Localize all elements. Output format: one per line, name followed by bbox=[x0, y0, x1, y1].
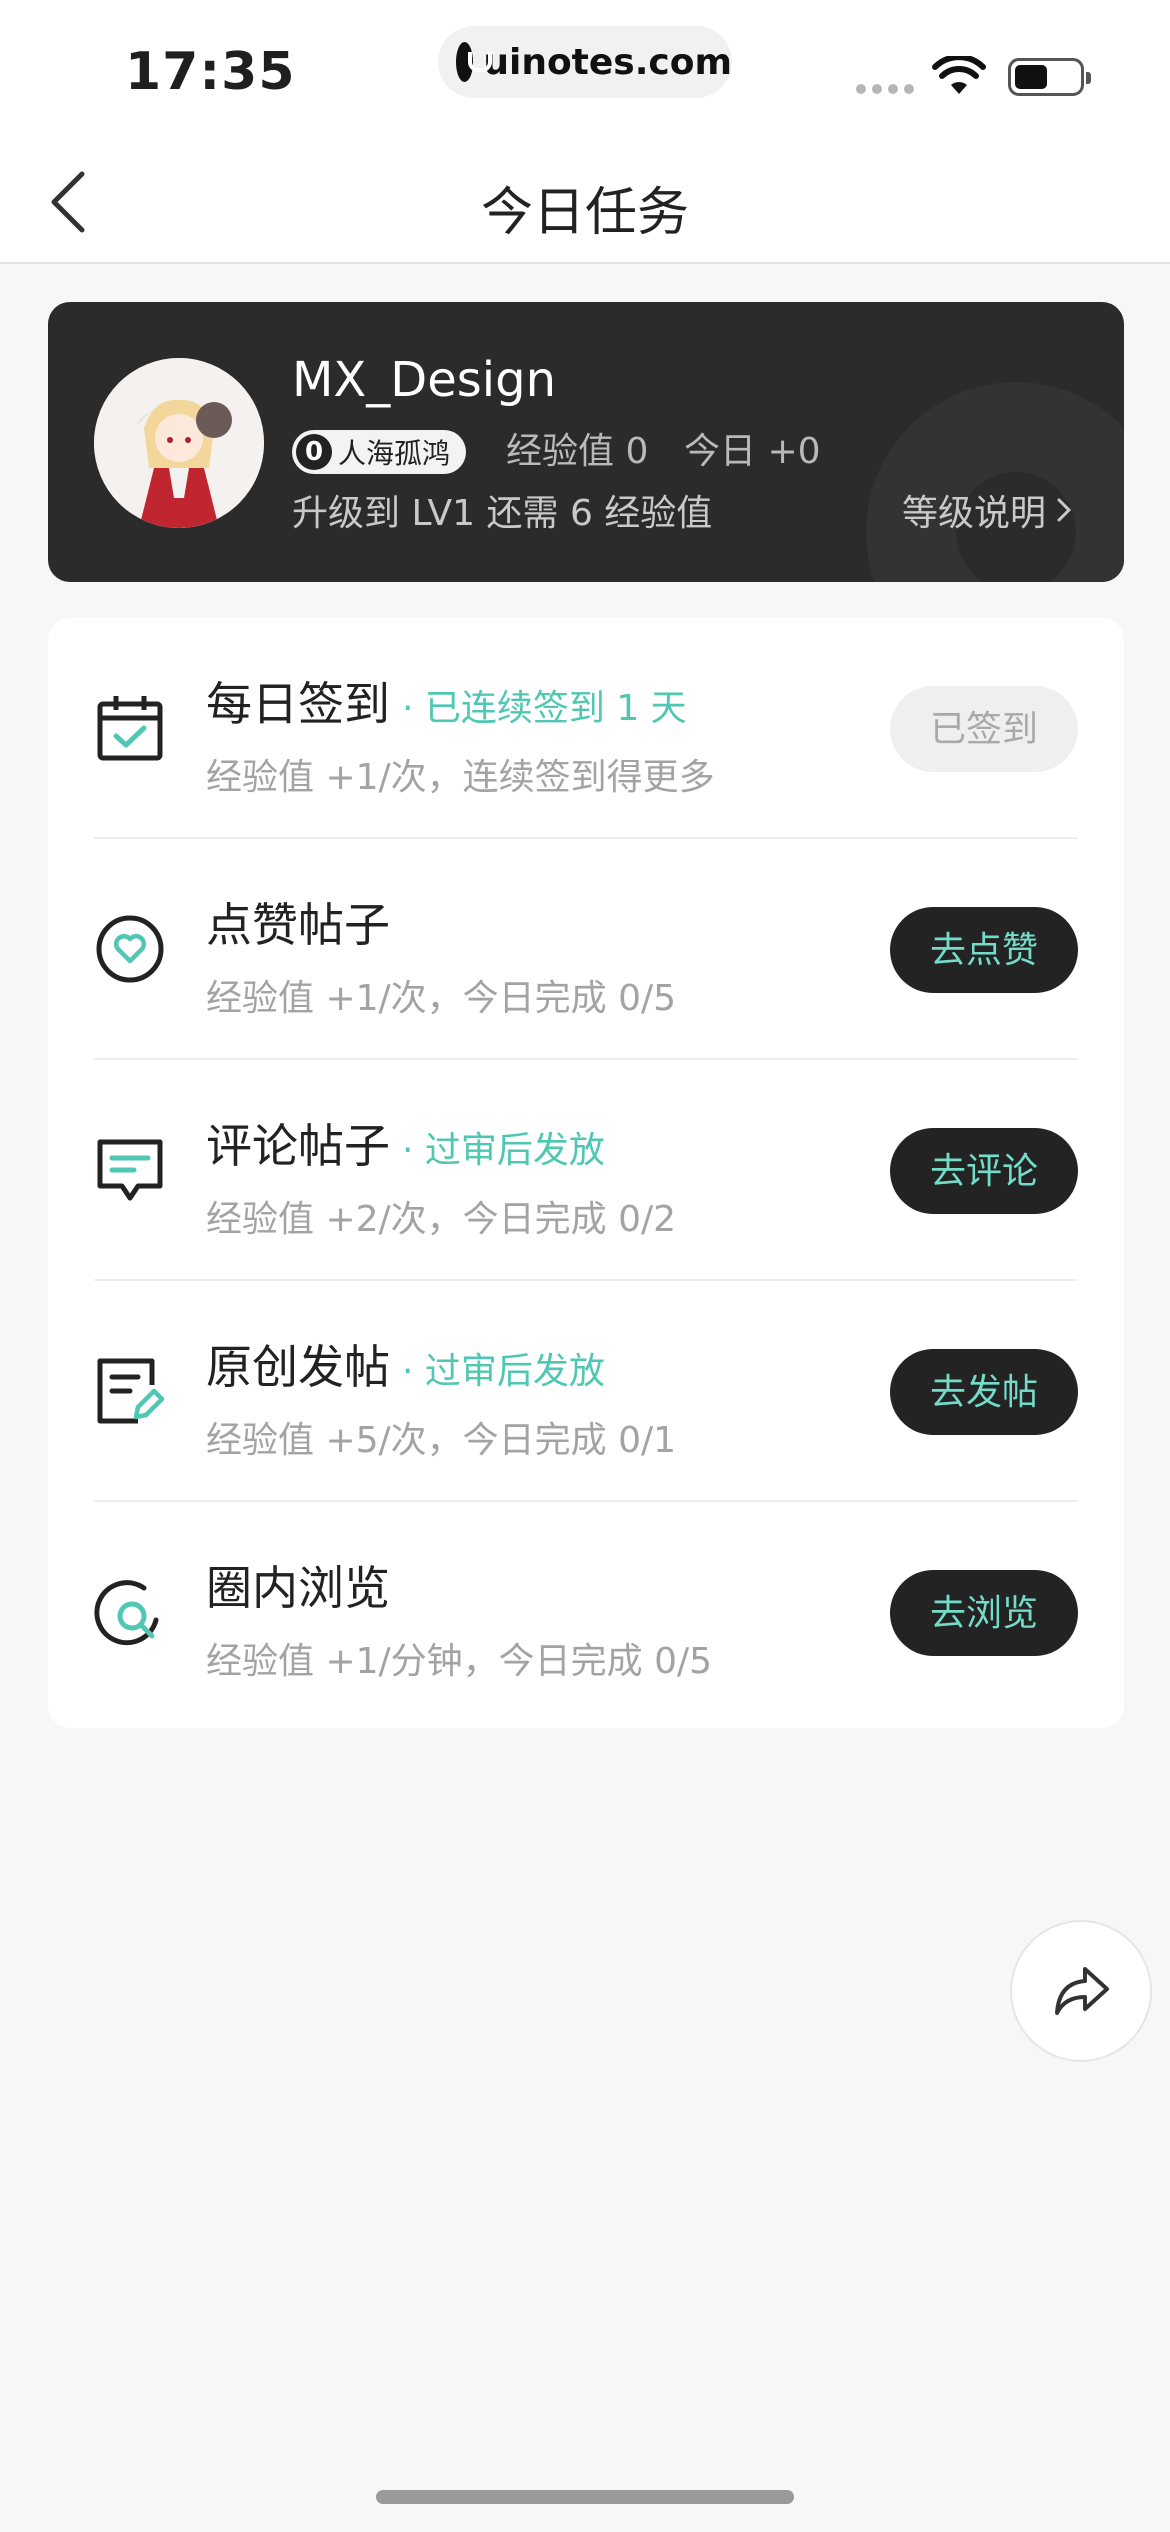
task-description: 经验值 +1/次，连续签到得更多 bbox=[206, 757, 715, 798]
task-row: 原创发帖 · 过审后发放 经验值 +5/次，今日完成 0/1 去发帖 bbox=[48, 1281, 1124, 1502]
avatar[interactable] bbox=[94, 358, 264, 528]
level-number: 0 bbox=[296, 434, 332, 470]
level-badge: 0 人海孤鸿 bbox=[292, 430, 467, 474]
task-title: 评论帖子 bbox=[206, 1119, 390, 1173]
task-title: 原创发帖 bbox=[206, 1340, 390, 1394]
exp-value: 经验值 0 bbox=[506, 431, 649, 472]
wifi-icon bbox=[932, 56, 986, 94]
share-icon bbox=[1055, 1967, 1109, 2015]
task-title-wrap: 点赞帖子 bbox=[206, 889, 402, 955]
task-subtitle: · 过审后发放 bbox=[402, 1351, 605, 1392]
level-info-label: 等级说明 bbox=[902, 493, 1047, 534]
edit-post-icon bbox=[97, 1358, 165, 1424]
page-title: 今日任务 bbox=[480, 183, 689, 243]
task-title-wrap: 评论帖子 · 过审后发放 bbox=[206, 1110, 605, 1176]
task-row: 每日签到 · 已连续签到 1 天 经验值 +1/次，连续签到得更多 已签到 bbox=[48, 618, 1124, 839]
today-exp: 今日 +0 bbox=[684, 431, 821, 472]
cellular-signal-icon bbox=[856, 84, 914, 94]
task-description: 经验值 +1/次，今日完成 0/5 bbox=[206, 978, 677, 1019]
task-title: 每日签到 bbox=[206, 677, 390, 731]
status-time: 17:35 bbox=[125, 42, 296, 102]
site-logo-icon bbox=[456, 42, 493, 82]
status-bar: 17:35 uinotes.com bbox=[0, 0, 1170, 140]
task-row: 点赞帖子 经验值 +1/次，今日完成 0/5 去点赞 bbox=[48, 839, 1124, 1060]
task-title-wrap: 原创发帖 · 过审后发放 bbox=[206, 1331, 605, 1397]
decorative-ring bbox=[866, 382, 1124, 582]
task-subtitle: · 已连续签到 1 天 bbox=[402, 688, 687, 729]
task-description: 经验值 +5/次，今日完成 0/1 bbox=[206, 1420, 677, 1461]
home-indicator[interactable] bbox=[376, 2490, 794, 2504]
task-row: 圈内浏览 经验值 +1/分钟，今日完成 0/5 去浏览 bbox=[48, 1502, 1124, 1723]
go-comment-button[interactable]: 去评论 bbox=[890, 1128, 1078, 1214]
comment-icon bbox=[97, 1139, 163, 1201]
task-title-wrap: 圈内浏览 bbox=[206, 1552, 402, 1618]
task-list: 每日签到 · 已连续签到 1 天 经验值 +1/次，连续签到得更多 已签到 点赞… bbox=[48, 618, 1124, 1728]
profile-card: MX_Design 0 人海孤鸿 经验值 0 今日 +0 升级到 LV1 还需 … bbox=[48, 302, 1124, 582]
task-description: 经验值 +1/分钟，今日完成 0/5 bbox=[206, 1641, 713, 1682]
url-pill[interactable]: uinotes.com bbox=[438, 26, 732, 98]
url-text: uinotes.com bbox=[483, 41, 732, 83]
chevron-right-icon bbox=[1057, 498, 1072, 522]
avatar-illustration bbox=[94, 358, 264, 528]
username: MX_Design bbox=[292, 352, 557, 408]
checked-in-button[interactable]: 已签到 bbox=[890, 686, 1078, 772]
task-description: 经验值 +2/次，今日完成 0/2 bbox=[206, 1199, 677, 1240]
upgrade-hint: 升级到 LV1 还需 6 经验值 bbox=[292, 493, 713, 534]
level-info-link[interactable]: 等级说明 bbox=[902, 484, 1074, 536]
browse-search-icon bbox=[94, 1580, 159, 1646]
go-like-button[interactable]: 去点赞 bbox=[890, 907, 1078, 993]
battery-icon bbox=[1008, 58, 1091, 96]
share-button[interactable] bbox=[1010, 1920, 1152, 2062]
calendar-check-icon bbox=[97, 696, 163, 761]
task-title: 点赞帖子 bbox=[206, 898, 390, 952]
task-subtitle: · 过审后发放 bbox=[402, 1130, 605, 1171]
level-name: 人海孤鸿 bbox=[338, 437, 451, 470]
nav-bar: 今日任务 bbox=[0, 140, 1170, 264]
go-post-button[interactable]: 去发帖 bbox=[890, 1349, 1078, 1435]
heart-circle-icon bbox=[96, 915, 164, 983]
task-row: 评论帖子 · 过审后发放 经验值 +2/次，今日完成 0/2 去评论 bbox=[48, 1060, 1124, 1281]
go-browse-button[interactable]: 去浏览 bbox=[890, 1570, 1078, 1656]
task-title-wrap: 每日签到 · 已连续签到 1 天 bbox=[206, 668, 687, 734]
task-title: 圈内浏览 bbox=[206, 1561, 390, 1615]
